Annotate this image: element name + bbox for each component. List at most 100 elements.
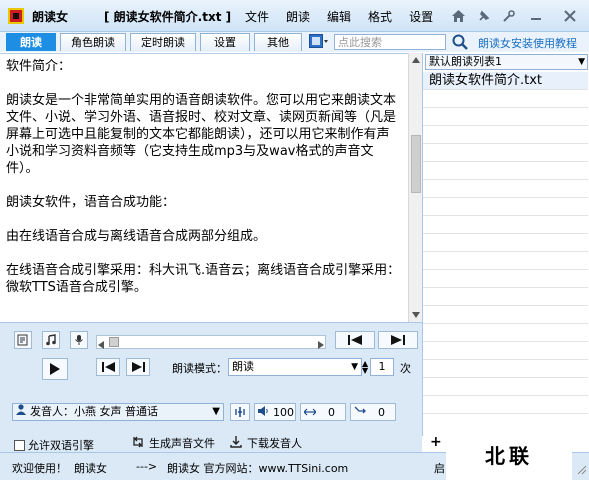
search-input[interactable] bbox=[334, 34, 446, 50]
editor-scrollbar[interactable] bbox=[408, 53, 422, 322]
chevron-down-icon: ▼ bbox=[351, 362, 358, 372]
skip-forward-button[interactable] bbox=[126, 358, 150, 376]
menu-settings[interactable]: 设置 bbox=[409, 8, 433, 25]
tab-other[interactable]: 其他 bbox=[254, 33, 302, 51]
status-right: 启 bbox=[434, 462, 445, 475]
list-item-empty bbox=[423, 306, 588, 324]
playlist-panel: 默认朗读列表1 ▼ 朗读女软件简介.txt bbox=[422, 53, 589, 436]
dual-engine-label: 允许双语引擎 bbox=[28, 439, 94, 452]
list-item-empty bbox=[423, 288, 588, 306]
list-item-empty bbox=[423, 162, 588, 180]
download-icon bbox=[230, 435, 242, 451]
search-icon[interactable] bbox=[452, 34, 468, 53]
playlist-select[interactable]: 默认朗读列表1 ▼ bbox=[425, 54, 588, 70]
skip-back-button[interactable] bbox=[96, 358, 120, 376]
pitch-control[interactable]: 0 bbox=[350, 403, 396, 421]
editor-paragraph: 朗读女软件，语音合成功能： bbox=[6, 195, 176, 210]
install-tutorial-link[interactable]: 朗读女安装使用教程 bbox=[478, 35, 577, 51]
checkbox-box[interactable] bbox=[14, 439, 25, 451]
menu-edit[interactable]: 编辑 bbox=[327, 8, 351, 25]
menu-read[interactable]: 朗读 bbox=[286, 8, 310, 25]
speed-value: 0 bbox=[328, 405, 335, 419]
status-welcome: 欢迎使用！ bbox=[12, 462, 67, 475]
count-stepper-icon[interactable]: ▲ ▼ bbox=[362, 360, 368, 375]
settings-icon[interactable] bbox=[500, 7, 518, 25]
editor-paragraph: 软件简介： bbox=[6, 59, 72, 74]
watermark: 北联 bbox=[446, 432, 572, 480]
status-arrow: ---> bbox=[136, 460, 158, 473]
status-website[interactable]: 朗读女 官方网站：www.TTSini.com bbox=[167, 460, 348, 476]
list-item-empty bbox=[423, 324, 588, 342]
list-item-empty bbox=[423, 342, 588, 360]
playlist-name: 默认朗读列表1 bbox=[429, 55, 502, 68]
repeat-count-input[interactable]: 1 bbox=[370, 358, 394, 376]
document-title: [ 朗读女软件简介.txt ] bbox=[104, 10, 232, 24]
list-item-empty bbox=[423, 252, 588, 270]
open-file-icon[interactable] bbox=[14, 331, 32, 349]
read-mode-label: 朗读模式： bbox=[172, 362, 227, 375]
chevron-down-icon: ▼ bbox=[578, 57, 585, 67]
menu-bar: 文件 朗读 编辑 格式 设置 bbox=[245, 8, 450, 25]
tab-read[interactable]: 朗读 bbox=[6, 33, 56, 51]
tab-role-read[interactable]: 角色朗读 bbox=[60, 33, 126, 51]
app-title: 朗读女 bbox=[32, 10, 69, 24]
voice-settings-icon[interactable] bbox=[230, 403, 250, 421]
next-button[interactable] bbox=[378, 331, 418, 349]
search-scope-icon[interactable] bbox=[309, 34, 329, 53]
list-item-empty bbox=[423, 180, 588, 198]
scroll-left-icon[interactable] bbox=[98, 338, 104, 352]
tab-settings[interactable]: 设置 bbox=[200, 33, 250, 51]
dual-engine-checkbox[interactable]: 允许双语引擎 bbox=[14, 437, 94, 453]
list-item-empty bbox=[423, 216, 588, 234]
resize-grip-icon[interactable] bbox=[577, 464, 587, 478]
list-item-empty bbox=[423, 378, 588, 396]
app-logo-icon bbox=[8, 8, 24, 24]
text-editor[interactable]: 软件简介： 朗读女是一个非常简单实用的语音朗读软件。您可以用它来朗读文本文件、小… bbox=[0, 53, 408, 322]
progress-slider[interactable] bbox=[96, 335, 326, 349]
speed-control[interactable]: 0 bbox=[300, 403, 346, 421]
scroll-thumb[interactable] bbox=[411, 135, 421, 193]
file-list: 朗读女软件简介.txt bbox=[423, 72, 588, 414]
music-note-icon[interactable] bbox=[42, 331, 60, 349]
menu-format[interactable]: 格式 bbox=[368, 8, 392, 25]
repeat-unit-label: 次 bbox=[400, 362, 411, 375]
list-item[interactable]: 朗读女软件简介.txt bbox=[423, 72, 588, 90]
pitch-value: 0 bbox=[378, 405, 385, 419]
convert-icon bbox=[132, 436, 144, 451]
title-bar: 朗读女 [ 朗读女软件简介.txt ] 文件 朗读 编辑 格式 设置 bbox=[0, 0, 589, 32]
editor-paragraph: 朗读女是一个非常简单实用的语音朗读软件。您可以用它来朗读文本文件、小说、学习外语… bbox=[6, 93, 397, 176]
play-button[interactable] bbox=[42, 358, 68, 380]
generate-audio-button[interactable]: 生成声音文件 bbox=[132, 435, 215, 451]
list-item-empty bbox=[423, 396, 588, 414]
read-mode-select[interactable]: 朗读 ▼ bbox=[228, 358, 362, 376]
read-mode-value: 朗读 bbox=[232, 360, 254, 373]
scroll-right-icon[interactable] bbox=[318, 338, 324, 352]
download-voice-button[interactable]: 下载发音人 bbox=[230, 435, 302, 451]
tab-timed-read[interactable]: 定时朗读 bbox=[130, 33, 196, 51]
progress-knob[interactable] bbox=[109, 337, 119, 347]
voice-label: 发音人：小燕 女声 普通话 bbox=[30, 405, 158, 418]
scroll-up-icon[interactable] bbox=[409, 53, 423, 67]
microphone-icon[interactable] bbox=[70, 331, 88, 349]
menu-file[interactable]: 文件 bbox=[245, 8, 269, 25]
previous-button[interactable] bbox=[335, 331, 375, 349]
volume-icon bbox=[258, 405, 269, 419]
pin-icon[interactable] bbox=[475, 7, 493, 25]
close-icon[interactable] bbox=[561, 7, 579, 25]
home-icon[interactable] bbox=[449, 7, 467, 25]
add-list-button[interactable]: + bbox=[430, 434, 442, 450]
chevron-down-icon: ▼ bbox=[212, 406, 220, 417]
playback-controls: 朗读模式： 朗读 ▼ ▲ ▼ 1 次 发音人：小燕 女声 普通话 ▼ 100 0 … bbox=[0, 322, 422, 452]
list-item-empty bbox=[423, 360, 588, 378]
editor-paragraph: 由在线语音合成与离线语音合成两部分组成。 bbox=[6, 229, 267, 244]
voice-select[interactable]: 发音人：小燕 女声 普通话 ▼ bbox=[12, 403, 224, 421]
download-voice-label: 下载发音人 bbox=[247, 437, 302, 450]
scroll-down-icon[interactable] bbox=[409, 308, 423, 322]
list-item-empty bbox=[423, 108, 588, 126]
list-item-empty bbox=[423, 144, 588, 162]
minimize-icon[interactable] bbox=[527, 7, 545, 25]
volume-control[interactable]: 100 bbox=[254, 403, 296, 421]
editor-paragraph: 在线语音合成引擎采用：科大讯飞.语音云；离线语音合成引擎采用：微软TTS语音合成… bbox=[6, 263, 401, 295]
generate-audio-label: 生成声音文件 bbox=[149, 437, 215, 450]
tab-bar: 朗读 角色朗读 定时朗读 设置 其他 朗读女安装使用教程 bbox=[0, 32, 589, 52]
